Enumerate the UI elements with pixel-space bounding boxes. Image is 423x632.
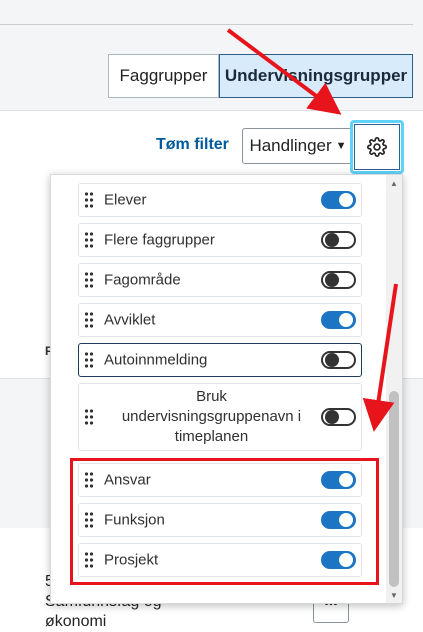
arrow-to-highlight-annotation xyxy=(362,283,398,432)
arrow-to-gear-annotation xyxy=(226,28,342,115)
arrow-annotations xyxy=(226,28,398,432)
